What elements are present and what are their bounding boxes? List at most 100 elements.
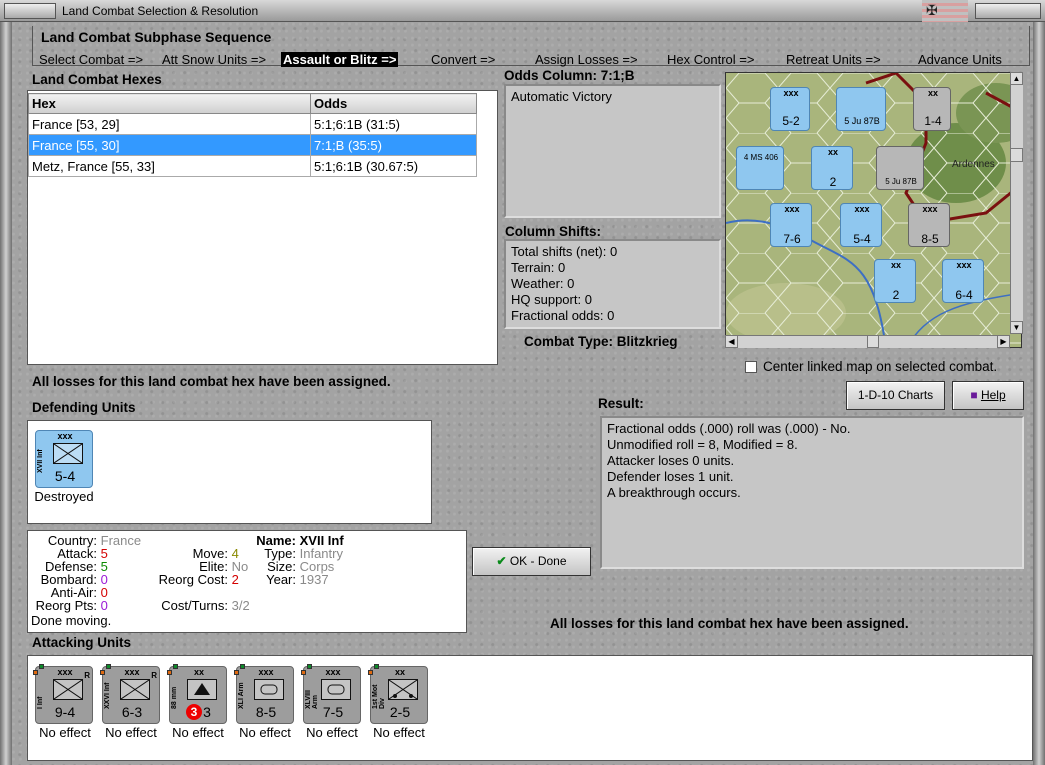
map-vertical-scrollbar[interactable]: ▲ ▼ <box>1010 72 1023 334</box>
attacking-label: Attacking Units <box>32 635 132 650</box>
window-frame-left <box>0 22 12 765</box>
combat-type: Combat Type: Blitzkrieg <box>524 334 678 349</box>
window-title: Land Combat Selection & Resolution <box>62 4 259 18</box>
map-counter[interactable]: xx 2 <box>811 146 853 190</box>
scroll-left-icon[interactable]: ◀ <box>725 335 738 348</box>
attacking-unit-counter[interactable]: xxx XLI Arm 8-5 <box>234 664 294 724</box>
step-convert[interactable]: Convert => <box>431 52 495 67</box>
odds-cell: 5:1;6:1B (30.67:5) <box>310 155 477 177</box>
attacking-unit-counter[interactable]: xx 88 mm 3 3 <box>167 664 227 724</box>
result-label: Result: <box>598 396 644 411</box>
attacking-unit-counter[interactable]: xxx R I Inf 9-4 <box>33 664 93 724</box>
done-moving: Done moving. <box>31 613 112 628</box>
table-row[interactable]: Metz, France [55, 33] 5:1;6:1B (30.67:5) <box>28 155 477 177</box>
odds-text: Automatic Victory <box>511 89 612 104</box>
step-hex-control[interactable]: Hex Control => <box>667 52 754 67</box>
artillery-symbol-icon <box>187 679 217 700</box>
subphase-sequence: Land Combat Subphase Sequence Select Com… <box>32 26 1030 67</box>
checkmark-icon: ✔ <box>496 554 507 568</box>
map-counter[interactable]: xx 2 <box>874 259 916 303</box>
odds-column-label: Odds Column: 7:1;B <box>504 68 635 83</box>
unit-result: No effect <box>373 725 425 740</box>
column-shifts-label: Column Shifts: <box>505 224 601 239</box>
ok-done-button[interactable]: ✔ OK - Done <box>472 547 591 576</box>
step-att-snow-units[interactable]: Att Snow Units => <box>162 52 266 67</box>
map-counter[interactable]: xxx 5-2 <box>770 87 810 131</box>
step-assign-losses[interactable]: Assign Losses => <box>535 52 638 67</box>
linked-map[interactable]: xxx 5-2 5 Ju 87B xx 1-4 4 MS 406 xx 2 5 … <box>725 72 1022 348</box>
infantry-symbol-icon <box>53 443 83 464</box>
subphase-header: Land Combat Subphase Sequence <box>41 29 272 45</box>
shift-total: Total shifts (net): 0 <box>511 244 618 259</box>
map-counter[interactable]: xxx 8-5 <box>908 203 950 247</box>
map-air-counter[interactable]: 5 Ju 87B <box>876 146 924 190</box>
odds-panel: Automatic Victory <box>504 84 721 218</box>
attacking-unit-counter[interactable]: xxx R XXVI Inf 6-3 <box>100 664 160 724</box>
odds-cell: 7:1;B (35:5) <box>310 134 477 156</box>
unit-info-panel: Country: France Attack: 5 Defense: 5 Bom… <box>27 530 467 633</box>
status-message-bottom: All losses for this land combat hex have… <box>550 616 909 631</box>
table-row[interactable]: France [53, 29] 5:1;6:1B (31:5) <box>28 113 477 135</box>
map-horizontal-scrollbar[interactable]: ◀ ▶ <box>725 335 1010 348</box>
step-assault-or-blitz[interactable]: Assault or Blitz => <box>281 52 399 67</box>
step-advance-units[interactable]: Advance Units <box>918 52 1002 67</box>
map-counter-selected[interactable]: xxx 5-4 <box>840 203 882 247</box>
year-value: 1937 <box>299 572 329 587</box>
armor-symbol-icon <box>254 679 284 700</box>
map-place-label: Ardennes <box>952 159 995 170</box>
hex-cell: France [55, 30] <box>28 134 311 156</box>
scroll-thumb[interactable] <box>867 335 879 348</box>
column-header-hex[interactable]: Hex <box>28 93 311 114</box>
help-button-label: Help <box>980 388 1006 402</box>
attacking-units-panel: xxx R I Inf 9-4 No effect xxx R XXVI Inf… <box>27 655 1033 761</box>
map-counter[interactable]: xx 1-4 <box>913 87 951 131</box>
help-book-icon: ■ <box>970 388 978 402</box>
shift-fractional-odds: Fractional odds: 0 <box>511 308 615 323</box>
status-message: All losses for this land combat hex have… <box>32 374 391 389</box>
close-icon[interactable] <box>975 3 1041 19</box>
shift-hq-support: HQ support: 0 <box>511 292 592 307</box>
map-air-counter[interactable]: 4 MS 406 <box>736 146 784 190</box>
hexes-panel: Hex Odds France [53, 29] 5:1;6:1B (31:5)… <box>27 90 498 365</box>
shift-weather: Weather: 0 <box>511 276 575 291</box>
result-line: Unmodified roll = 8, Modified = 8. <box>607 437 798 452</box>
defending-unit-counter[interactable]: xxx XVII Inf 5-4 <box>35 430 93 488</box>
step-select-combat[interactable]: Select Combat => <box>39 52 143 67</box>
result-panel: Fractional odds (.000) roll was (.000) -… <box>600 416 1024 569</box>
charts-button[interactable]: 1-D-10 Charts <box>846 381 945 410</box>
scroll-thumb[interactable] <box>1010 148 1023 162</box>
odds-cell: 5:1;6:1B (31:5) <box>310 113 477 135</box>
center-map-checkbox[interactable] <box>745 361 757 373</box>
map-counter[interactable]: xxx 7-6 <box>770 203 812 247</box>
system-menu-icon[interactable] <box>4 3 56 19</box>
infantry-symbol-icon <box>120 679 150 700</box>
title-bar: Land Combat Selection & Resolution ✠ <box>0 0 1045 22</box>
column-shifts-panel: Total shifts (net): 0 Terrain: 0 Weather… <box>504 239 721 329</box>
scroll-right-icon[interactable]: ▶ <box>997 335 1010 348</box>
hex-cell: France [53, 29] <box>28 113 311 135</box>
scroll-up-icon[interactable]: ▲ <box>1010 72 1023 85</box>
reorg-pts-value: 0 <box>100 598 108 613</box>
map-counter[interactable]: xxx 6-4 <box>942 259 984 303</box>
attacking-unit-counter[interactable]: xx 1st Mot Div 2-5 <box>368 664 428 724</box>
column-header-odds[interactable]: Odds <box>310 93 477 114</box>
result-line: Fractional odds (.000) roll was (.000) -… <box>607 421 851 436</box>
attacking-unit-counter[interactable]: xxx XLVIII Arm 7-5 <box>301 664 361 724</box>
table-row-selected[interactable]: France [55, 30] 7:1;B (35:5) <box>28 134 477 156</box>
help-button[interactable]: ■ Help <box>952 381 1024 410</box>
shift-terrain: Terrain: 0 <box>511 260 566 275</box>
dialog-body: Land Combat Subphase Sequence Select Com… <box>12 22 1033 765</box>
step-retreat-units[interactable]: Retreat Units => <box>786 52 881 67</box>
map-air-counter[interactable]: 5 Ju 87B <box>836 87 886 131</box>
unit-result: Destroyed <box>34 489 94 504</box>
result-line: A breakthrough occurs. <box>607 485 741 500</box>
scroll-down-icon[interactable]: ▼ <box>1010 321 1023 334</box>
hex-cell: Metz, France [55, 33] <box>28 155 311 177</box>
nation-flag-icon: ✠ <box>922 0 968 22</box>
defending-units-panel: xxx XVII Inf 5-4 Destroyed <box>27 420 432 524</box>
result-line: Attacker loses 0 units. <box>607 453 735 468</box>
hexes-table: Hex Odds France [53, 29] 5:1;6:1B (31:5)… <box>28 93 477 177</box>
hexes-label: Land Combat Hexes <box>32 72 162 87</box>
result-line: Defender loses 1 unit. <box>607 469 734 484</box>
reorg-cost-value: 2 <box>231 572 239 587</box>
